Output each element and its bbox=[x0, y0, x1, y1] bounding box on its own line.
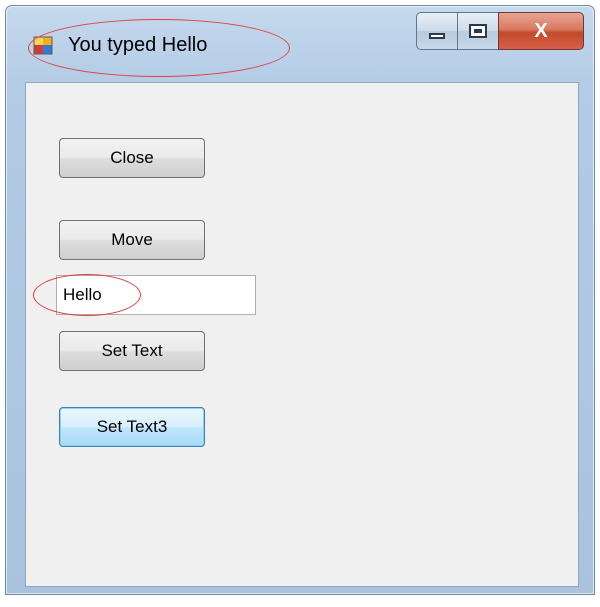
caption-buttons: X bbox=[416, 12, 584, 50]
maximize-icon bbox=[469, 24, 487, 38]
window-title: You typed Hello bbox=[68, 34, 208, 56]
set-text-button[interactable]: Set Text bbox=[59, 331, 205, 371]
app-icon bbox=[33, 36, 53, 55]
minimize-icon bbox=[429, 33, 445, 39]
app-window: You typed Hello X Close Move Hello Set T… bbox=[5, 5, 595, 595]
form-client-area: Close Move Hello Set Text Set Text3 bbox=[25, 82, 579, 587]
maximize-button[interactable] bbox=[457, 12, 499, 50]
minimize-button[interactable] bbox=[416, 12, 458, 50]
move-button[interactable]: Move bbox=[59, 220, 205, 260]
set-text3-button[interactable]: Set Text3 bbox=[59, 407, 205, 447]
page-background-strip bbox=[5, 595, 595, 607]
close-button[interactable]: Close bbox=[59, 138, 205, 178]
close-window-button[interactable]: X bbox=[498, 12, 584, 50]
close-icon: X bbox=[534, 19, 548, 42]
text-input[interactable]: Hello bbox=[56, 275, 256, 315]
title-bar[interactable]: You typed Hello X bbox=[6, 6, 594, 80]
